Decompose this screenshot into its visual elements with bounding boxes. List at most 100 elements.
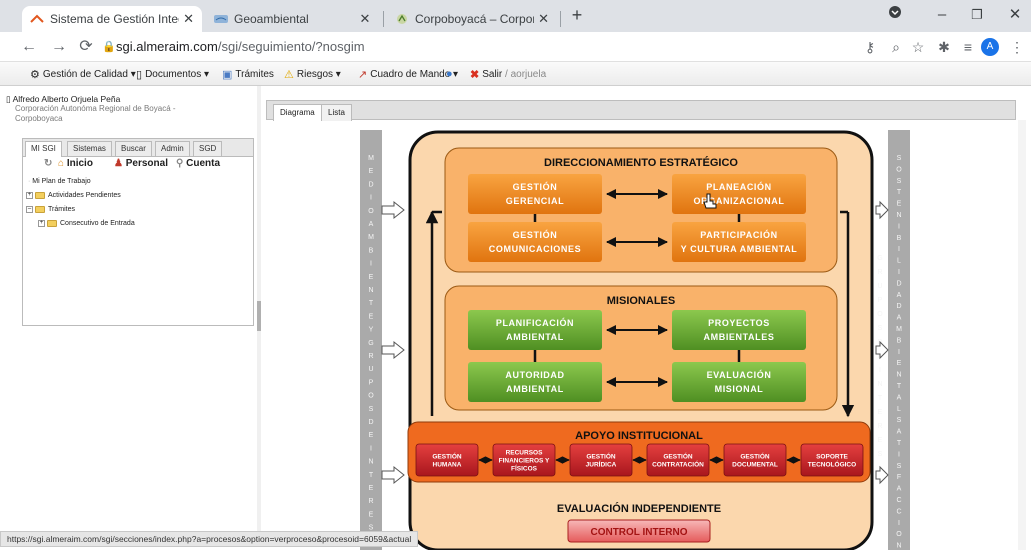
collapse-icon[interactable]: – (26, 206, 33, 213)
tab-diagrama[interactable]: Diagrama (273, 104, 322, 121)
tree-procedures[interactable]: – Trámites (26, 206, 75, 213)
splitter-grip[interactable] (257, 301, 261, 331)
left-block-arrow (381, 340, 405, 360)
box-evaluacion-misional[interactable]: EVALUACIÓN MISIONAL (672, 362, 806, 402)
minimize-icon[interactable]: – (927, 4, 957, 26)
tab-admin[interactable]: Admin (155, 141, 190, 156)
vertical-scrollbar[interactable] (1018, 120, 1026, 550)
menu-quality[interactable]: ⚙ Gestión de Calidad ▾ (30, 68, 136, 81)
browser-tab-geo[interactable]: Geoambiental ✕ (206, 6, 380, 32)
right-column-letter: B (897, 337, 902, 344)
account-button[interactable]: ⚲ Cuenta (176, 158, 220, 169)
user-org-line1: Corporación Autonóma Regional de Boyacá … (15, 104, 176, 113)
url-field[interactable]: sgi.almeraim.com/sgi/seguimiento/?nosgim (116, 39, 365, 54)
process-map-diagram: MEDIOAMBIENTEYGRUPOSDEINTERES SOSTENIBIL… (360, 130, 910, 550)
box-autoridad-ambiental[interactable]: AUTORIDAD AMBIENTAL (468, 362, 602, 402)
left-column-letter: E (369, 432, 374, 439)
key-icon[interactable]: ⚷ (860, 37, 880, 57)
right-column-letter: N (877, 381, 882, 388)
close-tab-icon[interactable]: ✕ (358, 11, 372, 27)
back-icon[interactable]: ← (18, 36, 40, 58)
svg-text:PLANIFICACIÓN: PLANIFICACIÓN (496, 317, 574, 328)
tab-buscar[interactable]: Buscar (115, 141, 152, 156)
extensions-icon[interactable]: ✱ (934, 37, 954, 57)
menu-dashboard[interactable]: ↗ Cuadro de Mando ▾ (358, 68, 458, 81)
svg-text:AUTORIDAD: AUTORIDAD (505, 370, 564, 380)
left-column-letter: P (369, 379, 374, 386)
right-column-letter: N (896, 543, 901, 550)
close-tab-icon[interactable]: ✕ (183, 11, 194, 27)
support-box[interactable]: RECURSOSFINANCIEROS YFÍSICOS (492, 443, 556, 477)
expand-icon[interactable]: + (38, 220, 45, 227)
reading-list-icon[interactable]: ≡ (958, 37, 978, 57)
personal-button[interactable]: ♟ Personal (114, 158, 168, 169)
home-button[interactable]: ⌂ Inicio (58, 158, 93, 169)
home-icon: ⌂ (58, 158, 67, 169)
menu-documents[interactable]: ▯ Documentos ▾ (136, 68, 209, 81)
menu-label: Trámites (235, 69, 274, 80)
left-column-letter: B (369, 247, 374, 254)
forward-icon[interactable]: → (48, 36, 70, 58)
menu-exit[interactable]: ✖ Salir / aorjuela (470, 68, 546, 81)
tree-entry[interactable]: + Consecutivo de Entrada (38, 220, 135, 227)
refresh-icon[interactable]: ↻ (44, 158, 52, 169)
left-column-letter: D (368, 419, 373, 426)
close-window-icon[interactable]: ✕ (1000, 4, 1030, 26)
restore-icon[interactable]: ❐ (962, 4, 992, 26)
new-tab-icon[interactable]: + (562, 4, 592, 26)
box-planeacion-organizacional[interactable]: PLANEACIÓN ORGANIZACIONAL (672, 174, 806, 214)
tab-sistemas[interactable]: Sistemas (67, 141, 112, 156)
box-gestion-gerencial[interactable]: GESTIÓN GERENCIAL (468, 174, 602, 214)
right-column-letter: L (897, 258, 901, 265)
tree-pending[interactable]: + Actividades Pendientes (26, 192, 121, 199)
tree-root[interactable]: · Mi Plan de Trabajo (28, 178, 91, 185)
box-proyectos-ambientales[interactable]: PROYECTOS AMBIENTALES (672, 310, 806, 350)
right-column-letter: A (897, 429, 902, 436)
right-column-letter: A (897, 486, 902, 493)
menu-risks[interactable]: ⚠ Riesgos ▾ (284, 68, 341, 81)
browser-tab-sgi[interactable]: Sistema de Gestión Integral - Alm ✕ (22, 6, 202, 32)
right-column-letter: S (878, 325, 883, 332)
support-title: APOYO INSTITUCIONAL (575, 430, 703, 442)
left-column-letter: R (368, 353, 373, 360)
right-column-letter: M (896, 326, 902, 333)
box-gestion-comunicaciones[interactable]: GESTIÓN COMUNICACIONES (468, 222, 602, 262)
menu-label: Documentos (145, 69, 202, 80)
tab-search-icon[interactable] (880, 4, 910, 26)
right-column-letter: I (898, 269, 900, 276)
right-column-letter: O (896, 531, 902, 538)
caret-down-icon: ▾ (127, 69, 136, 80)
right-column-letter: S (878, 451, 883, 458)
support-box[interactable]: SOPORTETECNOLÓGICO (800, 443, 864, 477)
right-column-letter: A (897, 394, 902, 401)
support-box[interactable]: GESTIÓNDOCUMENTAL (723, 443, 787, 477)
tab-title: Geoambiental (234, 12, 309, 26)
profile-avatar[interactable]: A (981, 38, 999, 56)
support-box[interactable]: GESTIÓNJURÍDICA (569, 443, 633, 477)
bookmark-star-icon[interactable]: ☆ (908, 37, 928, 57)
zoom-icon[interactable]: ⌕ (886, 37, 906, 57)
menu-procedures[interactable]: ▣ Trámites (222, 68, 274, 81)
browser-tab-corpoboyaca[interactable]: Corpoboyacá – Corporación Autó ✕ (387, 6, 557, 32)
right-column-letter: I (898, 451, 900, 458)
geo-favicon-icon (214, 12, 228, 26)
missional-title: MISIONALES (607, 295, 675, 307)
reload-icon[interactable]: ⟳ (75, 36, 97, 58)
help-icon[interactable]: ● (446, 68, 456, 80)
close-tab-icon[interactable]: ✕ (538, 11, 549, 27)
support-box[interactable]: GESTIÓNCONTRATACIÓN (646, 443, 710, 477)
box-control-interno[interactable]: CONTROL INTERNO (567, 519, 711, 543)
support-box-label: CONTRATACIÓN (652, 460, 704, 469)
browser-menu-icon[interactable]: ⋮ (1007, 37, 1027, 57)
left-block-arrow (381, 200, 405, 220)
tab-sgd[interactable]: SGD (193, 141, 223, 156)
support-box[interactable]: GESTIÓNHUMANA (415, 443, 479, 477)
expand-icon[interactable]: + (26, 192, 33, 199)
strategic-title: DIRECCIONAMIENTO ESTRATÉGICO (544, 156, 738, 169)
box-planificacion-ambiental[interactable]: PLANIFICACIÓN AMBIENTAL (468, 310, 602, 350)
tab-lista[interactable]: Lista (321, 104, 352, 121)
box-participacion-cultura[interactable]: PARTICIPACIÓN Y CULTURA AMBIENTAL (672, 222, 806, 262)
panel-splitter[interactable] (257, 86, 261, 536)
tab-mi-sgi[interactable]: MI SGI (25, 141, 62, 157)
right-tab-row: Diagrama Lista (266, 100, 1016, 121)
